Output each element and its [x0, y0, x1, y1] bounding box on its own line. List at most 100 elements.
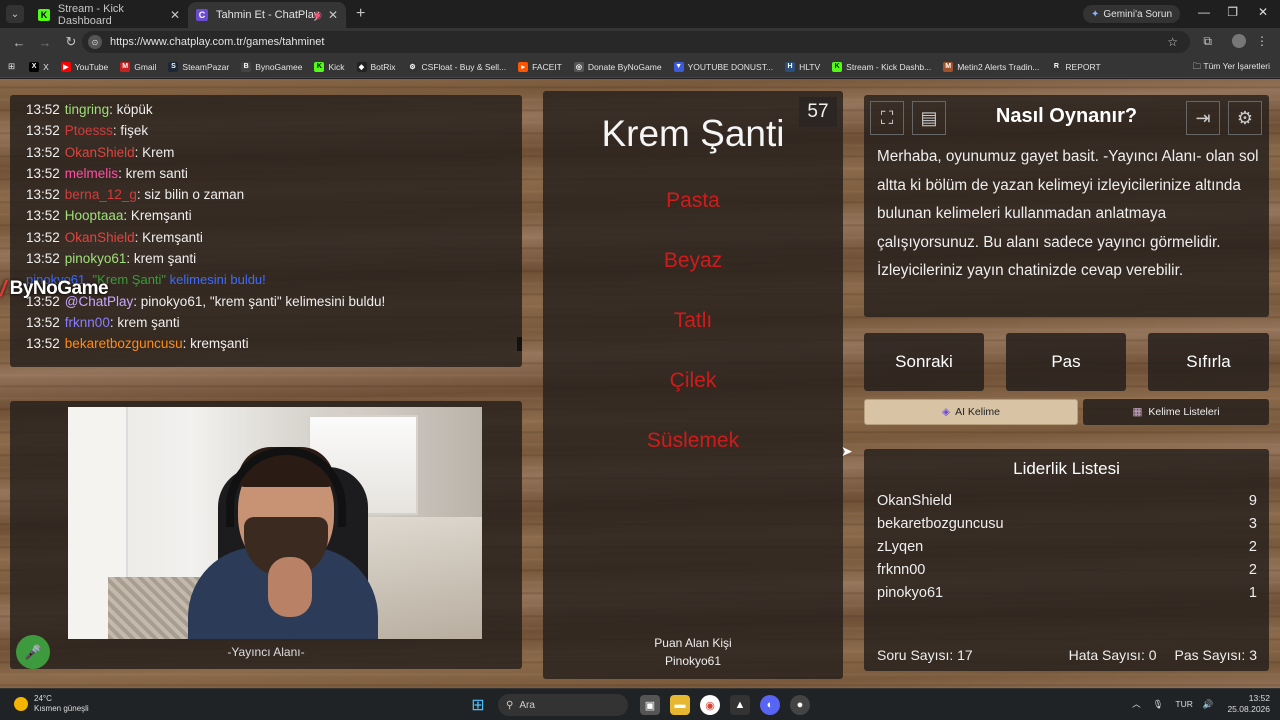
forward-icon[interactable]: →: [38, 35, 52, 50]
tray-chevron-icon[interactable]: ︿: [1132, 698, 1141, 710]
chat-scrollbar[interactable]: [517, 337, 522, 351]
language-indicator[interactable]: TUR: [1175, 699, 1192, 709]
chat-user: frknn00: [64, 314, 110, 330]
bookmark-csfloat[interactable]: ⚙ CSFloat - Buy & Sell...: [407, 61, 506, 72]
word-card: Krem Şanti 57 Pasta Beyaz Tatlı Çilek Sü…: [543, 91, 843, 679]
report-icon: R: [1051, 61, 1062, 72]
windows-taskbar: 24°C Kısmen güneşli ⊞ ⚲ Ara ▣ ▬ ◉ ▲ ◐ ● ︿ …: [0, 688, 1280, 720]
clock[interactable]: 13:52 25.08.2026: [1227, 693, 1270, 715]
back-icon[interactable]: ←: [12, 35, 26, 50]
close-icon[interactable]: ✕: [170, 8, 180, 22]
player-name: pinokyo61: [877, 585, 944, 601]
bookmark-metin2[interactable]: M Metin2 Alerts Tradin...: [943, 61, 1039, 72]
new-tab-icon[interactable]: +: [356, 5, 365, 23]
bookmark-report[interactable]: R REPORT: [1051, 61, 1101, 72]
bookmark-x[interactable]: XX: [29, 61, 49, 72]
pass-count: Pas Sayısı: 3: [1174, 647, 1257, 663]
gemini-icon: ✦: [1091, 8, 1100, 20]
tab-search-button[interactable]: ⌄: [6, 5, 24, 23]
weather-widget[interactable]: 24°C Kısmen güneşli: [14, 694, 89, 714]
settings-gear-icon[interactable]: ⚙: [1228, 101, 1262, 135]
obs-icon[interactable]: ●: [790, 695, 810, 715]
chat-user: tingring: [64, 102, 110, 117]
logo-text: ByNoGame: [9, 278, 109, 299]
pass-button[interactable]: Pas: [1006, 333, 1126, 391]
next-button[interactable]: Sonraki: [864, 333, 984, 391]
faceit-icon: ▸: [518, 61, 529, 72]
chat-time: 13:52: [26, 314, 60, 330]
chat-message: 13:52 Ptoesss: fişek: [26, 120, 522, 141]
menu-icon[interactable]: ⋮: [1256, 34, 1268, 48]
bookmark-botrix[interactable]: ◆ BotRix: [356, 61, 396, 72]
x-icon: X: [29, 61, 40, 72]
chat-text: : Kremşanti: [123, 208, 192, 224]
youtube-icon: ▶: [60, 61, 71, 72]
list-icon: ▦: [1132, 406, 1143, 418]
microphone-tray-icon[interactable]: 🎙: [1153, 699, 1164, 710]
chrome-icon[interactable]: ◉: [700, 695, 720, 715]
player-name: frknn00: [877, 562, 926, 578]
extensions-icon[interactable]: ⧉: [1203, 34, 1212, 49]
webcam-feed: [68, 407, 482, 639]
word-lists-button[interactable]: ▦ Kelime Listeleri: [1083, 399, 1269, 425]
bookmark-label: Stream - Kick Dashb...: [846, 61, 932, 72]
leaderboard-panel: Liderlik Listesi OkanShield 9 bekaretbozg…: [864, 449, 1269, 671]
apps-icon[interactable]: ⊞: [8, 61, 15, 72]
chat-text: : Krem: [134, 144, 175, 160]
url-text[interactable]: https://www.chatplay.com.tr/games/tahmin…: [110, 36, 324, 48]
streamer-area: -Yayıncı Alanı-: [10, 401, 522, 669]
bookmark-hltv[interactable]: H HLTV: [785, 61, 820, 72]
tab-strip: ⌄ K Stream - Kick Dashboard ✕ C Tahmin E…: [0, 0, 1280, 28]
scorer-info: Puan Alan Kişi Pinokyo61: [543, 634, 843, 670]
bookmark-star-icon[interactable]: ☆: [1167, 35, 1178, 49]
microphone-button[interactable]: 🎤: [16, 635, 50, 669]
chat-message: 13:52 bekaretbozguncusu: kremşanti: [26, 333, 522, 354]
chat-user: melmelis: [64, 165, 119, 181]
profile-avatar[interactable]: [1232, 34, 1246, 48]
discord-icon[interactable]: ◐: [760, 695, 780, 715]
gemini-button[interactable]: ✦ Gemini'a Sorun: [1083, 5, 1180, 23]
tab-chatplay[interactable]: C Tahmin Et - ChatPlay ◉ ✕: [188, 2, 346, 28]
reset-button[interactable]: Sıfırla: [1148, 333, 1269, 391]
exit-icon[interactable]: ⇥: [1186, 101, 1220, 135]
ai-word-button[interactable]: ◈ AI Kelime: [864, 399, 1078, 425]
bookmark-donate[interactable]: ◎ Donate ByNoGame: [573, 61, 662, 72]
bookmark-youtube[interactable]: ▶ YouTube: [60, 61, 108, 72]
minimize-icon[interactable]: —: [1198, 5, 1210, 19]
bookmark-youtube-donust[interactable]: ▼ YOUTUBE DONUST...: [673, 61, 773, 72]
maximize-icon[interactable]: ❐: [1227, 5, 1238, 19]
bookmark-steampazar[interactable]: S SteamPazar: [168, 61, 229, 72]
close-icon[interactable]: ✕: [328, 8, 338, 22]
chat-user: bekaretbozguncusu: [64, 336, 183, 352]
bookmark-gmail[interactable]: M Gmail: [120, 61, 156, 72]
question-count: Soru Sayısı: 17: [877, 647, 973, 663]
leaderboard-row: bekaretbozguncusu 3: [877, 516, 1257, 532]
tab-label: Tahmin Et - ChatPlay: [216, 9, 320, 21]
all-bookmarks[interactable]: 🗀 Tüm Yer İşaretleri: [1193, 61, 1270, 75]
converter-icon: ▼: [673, 61, 684, 72]
hltv-icon: H: [785, 61, 796, 72]
windows-start-icon[interactable]: ⊞: [468, 695, 488, 715]
bookmark-faceit[interactable]: ▸ FACEIT: [518, 61, 562, 72]
window-close-icon[interactable]: ✕: [1258, 5, 1268, 19]
volume-icon[interactable]: 🔊: [1203, 699, 1214, 710]
app-icon[interactable]: ▲: [730, 695, 750, 715]
task-view-icon[interactable]: ▣: [640, 695, 660, 715]
reload-icon[interactable]: ↻: [64, 34, 78, 50]
bookmark-kick-dashboard[interactable]: K Stream - Kick Dashb...: [832, 61, 932, 72]
search-icon: ⚲: [506, 699, 514, 711]
bookmark-label: Donate ByNoGame: [587, 61, 662, 72]
bookmarks-bar: ⊞ XX ▶ YouTube M Gmail S SteamPazar B BynoGa…: [0, 56, 1280, 78]
taskbar-apps: ⊞ ⚲ Ara ▣ ▬ ◉ ▲ ◐ ●: [468, 694, 820, 716]
file-explorer-icon[interactable]: ▬: [670, 695, 690, 715]
leaderboard-row: OkanShield 9: [877, 493, 1257, 509]
tab-kick-dashboard[interactable]: K Stream - Kick Dashboard ✕: [30, 2, 188, 28]
bookmark-kick[interactable]: K Kick: [314, 61, 345, 72]
bookmark-bynogamee[interactable]: B BynoGamee: [241, 61, 302, 72]
url-bar[interactable]: ⊙ https://www.chatplay.com.tr/games/tahm…: [82, 31, 1190, 53]
bynogame-icon: B: [241, 61, 252, 72]
taskbar-search[interactable]: ⚲ Ara: [498, 694, 628, 716]
chat-user: OkanShield: [64, 229, 135, 245]
site-info-icon[interactable]: ⊙: [88, 35, 102, 49]
chat-time: 13:52: [26, 123, 60, 139]
